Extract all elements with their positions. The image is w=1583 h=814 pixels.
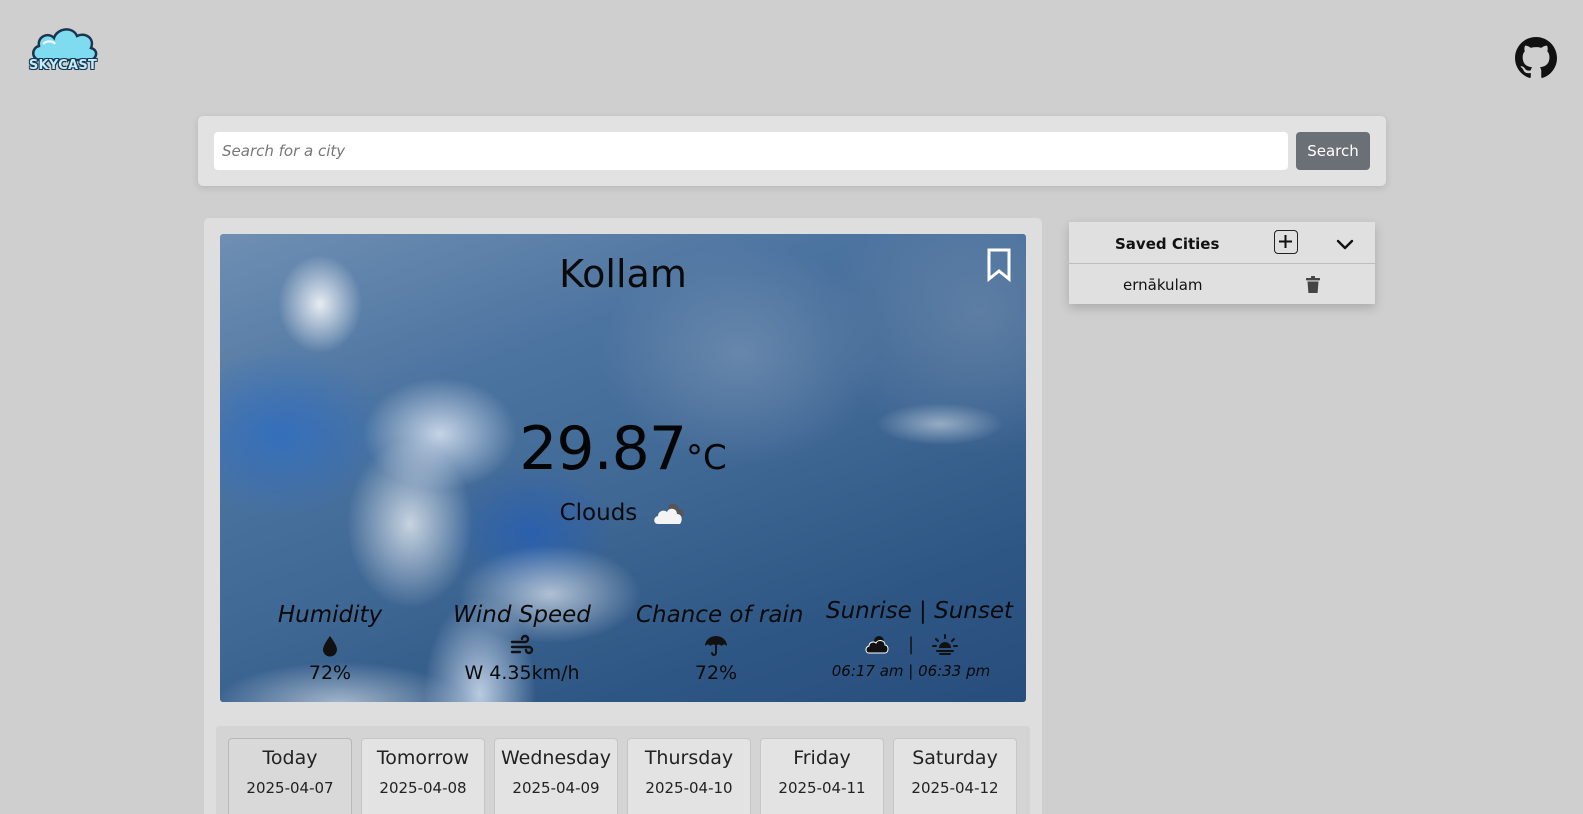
- day-date: 2025-04-12: [911, 779, 999, 797]
- wind-value: W 4.35km/h: [464, 662, 580, 684]
- tab-day-4[interactable]: Friday 2025-04-11: [760, 738, 884, 814]
- weather-card: Kollam 29.87°C Clouds Humidity 72% Wind …: [204, 218, 1042, 814]
- day-date: 2025-04-11: [778, 779, 866, 797]
- day-name: Saturday: [912, 747, 998, 769]
- add-city-button[interactable]: [1274, 230, 1298, 254]
- day-name: Tomorrow: [376, 747, 470, 769]
- saved-city-item: ernākulam: [1069, 264, 1375, 304]
- sun-separator: |: [907, 633, 915, 655]
- day-name: Thursday: [644, 747, 734, 769]
- rain-stat: Chance of rain 72%: [636, 602, 804, 684]
- wind-label: Wind Speed: [453, 602, 591, 628]
- day-date: 2025-04-09: [512, 779, 600, 797]
- wind-stat: Wind Speed W 4.35km/h: [452, 602, 592, 684]
- condition: Clouds: [220, 500, 1026, 526]
- city-name: Kollam: [559, 252, 687, 296]
- day-date: 2025-04-08: [379, 779, 467, 797]
- trash-icon[interactable]: [1305, 276, 1321, 294]
- sun-icons: |: [826, 632, 996, 656]
- saved-cities-title: Saved Cities: [1115, 235, 1220, 253]
- sun-stat: Sunrise | Sunset | 06:17 am | 06:33 pm: [826, 598, 1014, 680]
- forecast-tabs: Today 2025-04-07 Tomorrow 2025-04-08 Wed…: [216, 726, 1030, 814]
- humidity-label: Humidity: [277, 602, 383, 628]
- skycast-logo[interactable]: SKYCAST: [27, 22, 99, 78]
- search-bar: Search: [198, 116, 1386, 186]
- humidity-value: 72%: [308, 662, 352, 684]
- chevron-down-icon[interactable]: [1335, 234, 1355, 254]
- cloud-icon: [652, 500, 686, 526]
- temperature-unit: °C: [686, 438, 727, 478]
- saved-cities-panel: Saved Cities ernākulam: [1069, 222, 1375, 304]
- tab-day-5[interactable]: Saturday 2025-04-12: [893, 738, 1017, 814]
- humidity-stat: Humidity 72%: [270, 602, 390, 684]
- temperature-value: 29.87: [519, 414, 687, 484]
- weather-hero: Kollam 29.87°C Clouds Humidity 72% Wind …: [220, 234, 1026, 702]
- tab-day-2[interactable]: Wednesday 2025-04-09: [494, 738, 618, 814]
- sunrise-cloud-icon: [865, 636, 889, 654]
- bookmark-icon[interactable]: [986, 248, 1012, 283]
- logo-text: SKYCAST: [28, 58, 98, 73]
- rain-label: Chance of rain: [636, 602, 804, 628]
- tab-day-0[interactable]: Today 2025-04-07: [228, 738, 352, 814]
- condition-text: Clouds: [559, 500, 638, 526]
- droplet-icon: [323, 636, 337, 657]
- day-name: Friday: [793, 747, 851, 769]
- sunset-icon: [932, 634, 959, 655]
- github-icon[interactable]: [1515, 37, 1557, 79]
- day-name: Wednesday: [500, 747, 611, 769]
- day-date: 2025-04-07: [246, 779, 334, 797]
- tab-day-3[interactable]: Thursday 2025-04-10: [627, 738, 751, 814]
- sun-label: Sunrise | Sunset: [826, 598, 1014, 624]
- saved-city-name[interactable]: ernākulam: [1123, 276, 1203, 294]
- day-name: Today: [262, 747, 318, 769]
- saved-cities-header: Saved Cities: [1069, 222, 1375, 264]
- day-date: 2025-04-10: [645, 779, 733, 797]
- search-input[interactable]: [214, 132, 1288, 170]
- search-button[interactable]: Search: [1296, 132, 1370, 170]
- temperature: 29.87°C: [220, 414, 1026, 484]
- sun-times: 06:17 am | 06:33 pm: [831, 662, 991, 680]
- rain-value: 72%: [694, 662, 738, 684]
- wind-icon: [510, 634, 534, 655]
- plus-icon: [1279, 235, 1292, 248]
- tab-day-1[interactable]: Tomorrow 2025-04-08: [361, 738, 485, 814]
- umbrella-icon: [705, 636, 727, 656]
